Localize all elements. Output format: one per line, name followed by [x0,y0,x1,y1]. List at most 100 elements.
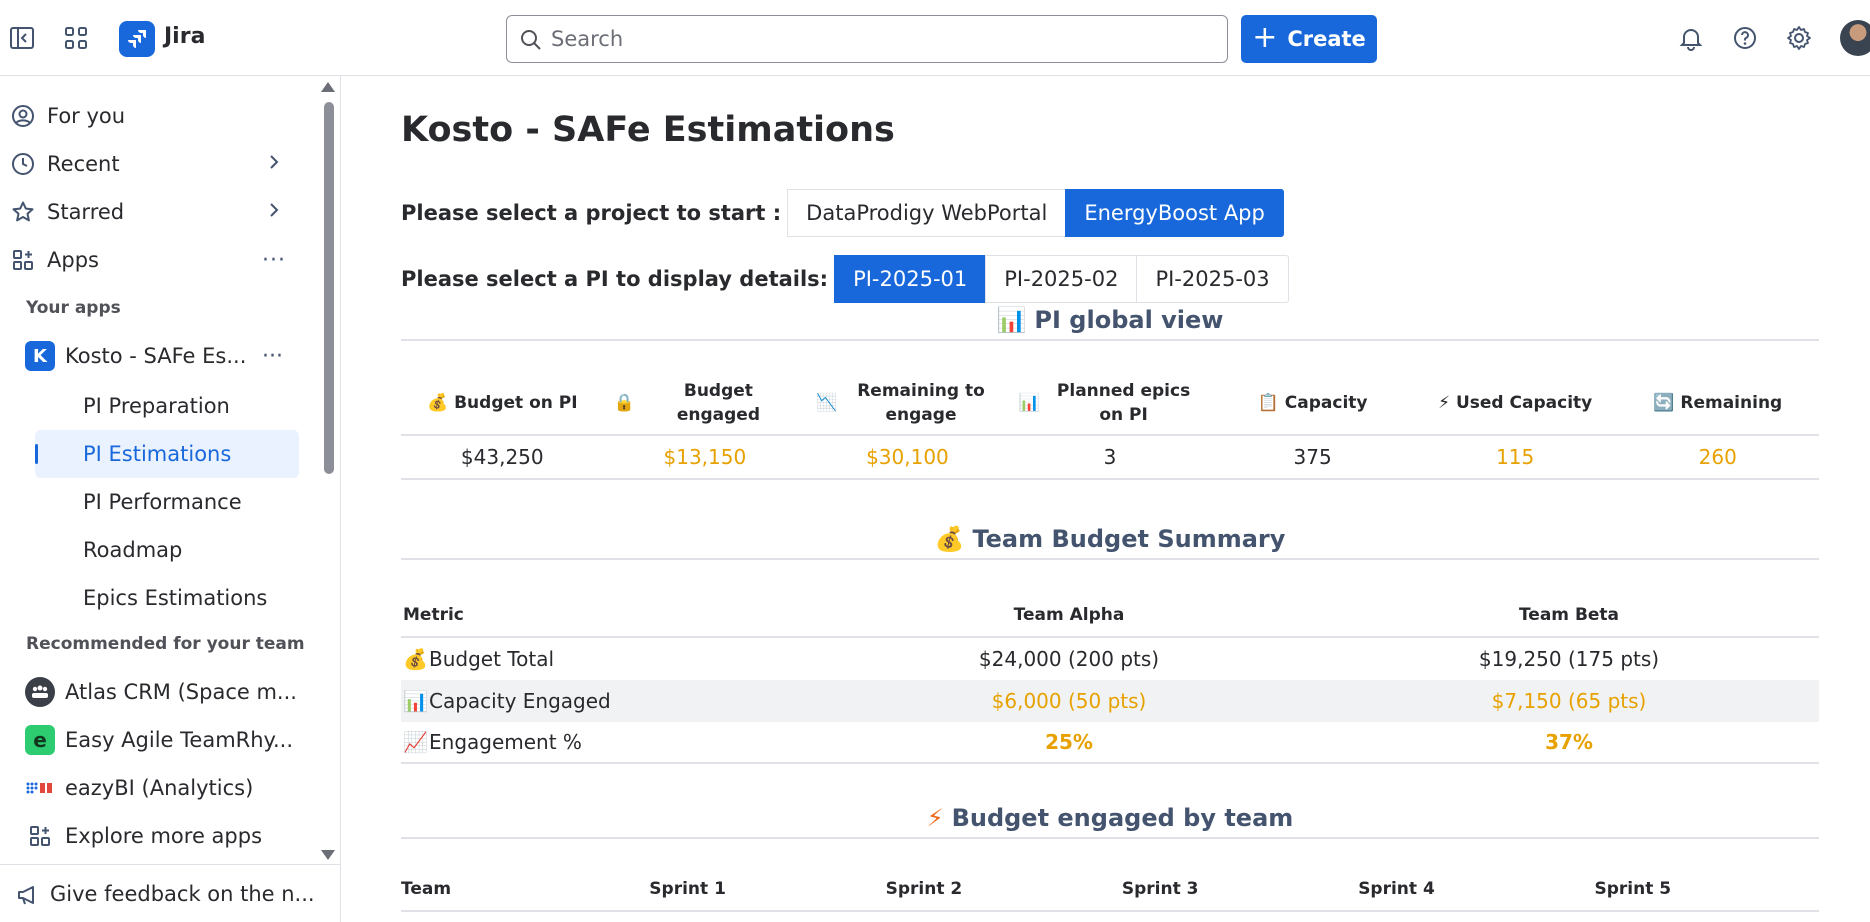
header-planned-epics: 📊 Planned epics on PI [1009,372,1212,434]
metric-cell: 📊Capacity Engaged [401,689,819,713]
chart-up-icon: 📈 [403,730,428,754]
header-sprint-4: Sprint 4 [1358,879,1435,899]
bell-icon[interactable] [1675,22,1707,54]
sidebar-item-label: Atlas CRM (Space m... [65,680,297,704]
project-prompt: Please select a project to start : [401,201,782,225]
gear-icon[interactable] [1783,22,1815,54]
sidebar-item-eazybi[interactable]: eazyBI (Analytics) [0,766,310,810]
sidebar-item-recent[interactable]: Recent [0,142,310,186]
header-capacity: 📋 Capacity [1211,372,1414,434]
pi-button-2025-01[interactable]: PI-2025-01 [834,255,987,303]
divider [401,339,1819,341]
header-metric: Metric [403,605,464,625]
table-row: 💰Budget Total $24,000 (200 pts) $19,250 … [401,638,1819,680]
sidebar-subitem-pi-estimations[interactable]: PI Estimations [35,430,299,478]
kosto-app-icon: K [25,341,55,371]
table-header-row: Metric Team Alpha Team Beta [401,594,1819,638]
chevron-right-icon[interactable] [264,152,284,177]
sidebar-item-starred[interactable]: Starred [0,190,310,234]
more-options-icon[interactable]: ··· [262,344,283,369]
metric-label: Engagement % [429,730,582,754]
money-bag-icon: 💰 [403,647,428,671]
feedback-button[interactable]: Give feedback on the n... [0,864,340,922]
header-team: Team [401,879,452,899]
metric-cell: 💰Budget Total [401,647,819,671]
header-used-capacity: ⚡ Used Capacity [1414,372,1617,434]
chevron-right-icon[interactable] [264,200,284,225]
sidebar-subitem-pi-preparation[interactable]: PI Preparation [35,382,299,430]
scroll-up-arrow[interactable] [321,82,335,92]
header-remaining-to-engage: 📉 Remaining to engage [806,372,1009,434]
more-options-icon[interactable]: ··· [262,248,286,273]
team-beta-value: $7,150 (65 pts) [1491,689,1647,713]
section-title-text: Budget engaged by team [951,804,1294,832]
create-button[interactable]: + Create [1241,15,1377,63]
sidebar-subitem-label: Epics Estimations [83,586,268,610]
table-row: 📈Engagement % 25% 37% [401,722,1819,764]
table-row: 📊Capacity Engaged $6,000 (50 pts) $7,150… [401,680,1819,722]
search-input[interactable] [551,27,1227,51]
refresh-icon: 🔄 [1653,393,1675,413]
sidebar-item-for-you[interactable]: For you [0,94,310,138]
sidebar-item-label: Explore more apps [65,824,263,848]
table-header-row: 💰 Budget on PI 🔒 Budget engaged 📉 Remain… [401,372,1819,436]
lock-icon: 🔒 [613,393,635,413]
project-button-energyboost[interactable]: EnergyBoost App [1065,189,1284,237]
header-team-beta: Team Beta [1518,605,1620,625]
sidebar-subitem-epics-estimations[interactable]: Epics Estimations [35,574,299,622]
apps-icon [10,247,36,273]
sidebar-item-label: For you [47,104,126,128]
main-content: Kosto - SAFe Estimations Please select a… [342,76,1870,922]
app-switcher-icon[interactable] [60,22,92,54]
divider [401,558,1819,560]
user-avatar[interactable] [1840,20,1870,56]
lightning-icon: ⚡ [1438,393,1451,413]
section-title-team-budget-summary: 💰 Team Budget Summary [401,525,1819,553]
app-name[interactable]: Jira [164,24,205,49]
sidebar-item-explore-apps[interactable]: Explore more apps [0,814,310,858]
sidebar-subitem-label: Roadmap [83,538,183,562]
sidebar-subitem-roadmap[interactable]: Roadmap [35,526,299,574]
section-label-recommended: Recommended for your team [26,634,305,654]
sidebar-toggle-icon[interactable] [6,22,38,54]
sidebar-item-easy-agile[interactable]: e Easy Agile TeamRhy... [0,718,310,762]
money-bag-icon: 💰 [427,393,449,413]
pi-global-view-table: 💰 Budget on PI 🔒 Budget engaged 📉 Remain… [401,372,1819,480]
sidebar-scrollbar-thumb[interactable] [324,102,334,474]
header-budget-on-pi: 💰 Budget on PI [401,372,604,434]
help-icon[interactable] [1729,22,1761,54]
scroll-down-arrow[interactable] [321,850,335,860]
sidebar-item-atlas-crm[interactable]: Atlas CRM (Space m... [0,670,310,714]
value-remaining-to-engage: $30,100 [866,445,949,469]
section-label-your-apps: Your apps [26,298,121,318]
pi-button-2025-03[interactable]: PI-2025-03 [1136,255,1289,303]
section-title-text: Team Budget Summary [972,525,1286,553]
clock-icon [10,151,36,177]
header-label: Remaining to engage [857,381,985,425]
sidebar-item-label: Easy Agile TeamRhy... [65,728,294,752]
sidebar-item-kosto-app[interactable]: K Kosto - SAFe Es... ··· [0,334,310,378]
chart-emoji-icon: 📊 [996,306,1027,334]
bar-chart-icon: 📊 [403,689,428,713]
header-team-alpha: Team Alpha [1013,605,1125,625]
header-label: Budget engaged [676,381,760,425]
sidebar-item-label: Kosto - SAFe Es... [65,344,247,368]
project-button-dataprodigy[interactable]: DataProdigy WebPortal [787,189,1067,237]
sidebar-item-apps[interactable]: Apps ··· [0,238,310,282]
atlas-crm-icon [25,677,55,707]
team-beta-value: $19,250 (175 pts) [1478,647,1660,671]
header-label: Remaining [1680,393,1783,413]
sidebar-subitem-pi-performance[interactable]: PI Performance [35,478,299,526]
jira-logo[interactable] [119,21,155,57]
search-box[interactable] [506,15,1228,63]
pi-button-2025-02[interactable]: PI-2025-02 [985,255,1138,303]
header-sprint-2: Sprint 2 [885,879,963,899]
create-button-label: Create [1287,27,1366,51]
header-remaining: 🔄 Remaining [1616,372,1819,434]
metric-label: Capacity Engaged [429,689,611,713]
header-label: Capacity [1284,393,1368,413]
sidebar-item-label: eazyBI (Analytics) [65,776,254,800]
header-label: Planned epics on PI [1056,381,1191,425]
value-planned-epics: 3 [1103,445,1117,469]
header-label: Used Capacity [1455,393,1593,413]
